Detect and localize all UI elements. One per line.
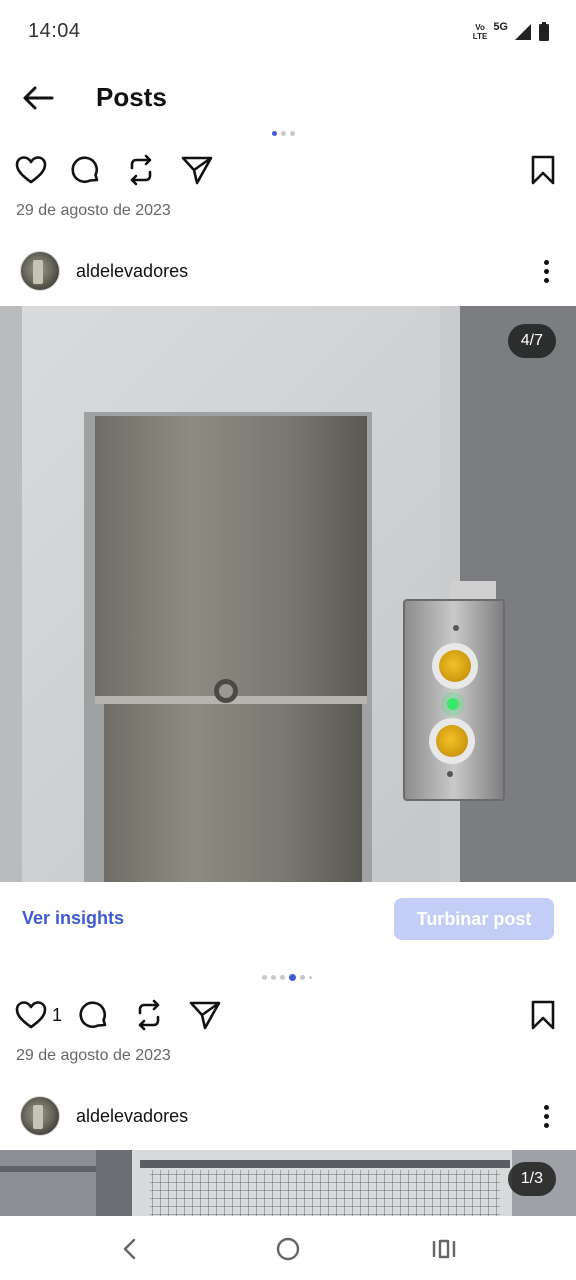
like-count: 1 [52, 1005, 63, 1025]
status-bar: 14:04 Vo LTE 5G [0, 0, 576, 64]
post-actions [0, 153, 576, 193]
carousel-dot [290, 131, 295, 136]
post-image[interactable]: 4/7 [0, 306, 576, 882]
media-counter-badge: 4/7 [507, 324, 556, 358]
post-username[interactable]: aldelevadores [76, 1106, 188, 1127]
avatar[interactable] [20, 1096, 60, 1136]
like-button[interactable] [14, 153, 48, 187]
heart-icon [15, 156, 47, 184]
boost-post-button[interactable]: Turbinar post [394, 898, 554, 940]
heart-icon [15, 1001, 47, 1029]
status-icons: Vo LTE 5G [473, 21, 550, 42]
carousel-dot [300, 975, 305, 980]
more-icon-dot [543, 268, 549, 274]
elevator-door-photo [0, 306, 576, 882]
comment-icon [79, 1001, 107, 1029]
post-username[interactable]: aldelevadores [76, 261, 188, 282]
comment-button[interactable] [76, 998, 110, 1032]
signal-icon [515, 24, 531, 40]
nav-back-icon [123, 1238, 136, 1260]
carousel-dot [272, 131, 277, 136]
volte-top: Vo [475, 23, 485, 32]
media-counter-badge: 1/3 [507, 1162, 556, 1196]
post-date: 29 de agosto de 2023 [16, 1047, 171, 1064]
back-arrow-icon [23, 86, 54, 110]
carousel-dot [280, 975, 285, 980]
top-app-bar: Posts [0, 64, 576, 132]
nav-back-button[interactable] [110, 1232, 150, 1266]
carousel-dot [262, 975, 267, 980]
volte-bottom: LTE [472, 32, 488, 41]
more-options-button[interactable] [532, 255, 560, 287]
carousel-indicator [272, 131, 295, 136]
more-icon-dot [543, 1122, 549, 1128]
post-header: aldelevadores [0, 251, 576, 295]
repost-icon [138, 999, 160, 1031]
comment-button[interactable] [68, 153, 102, 187]
like-button[interactable] [14, 998, 48, 1032]
insights-row: Ver insights Turbinar post [0, 882, 576, 962]
bookmark-button[interactable] [526, 998, 560, 1032]
repost-button[interactable] [132, 998, 166, 1032]
more-icon [543, 1104, 549, 1110]
status-time: 14:04 [28, 20, 81, 42]
bookmark-icon [531, 155, 555, 185]
view-insights-link[interactable]: Ver insights [22, 908, 124, 929]
more-icon [543, 259, 549, 265]
volte-indicator: Vo LTE [473, 23, 488, 41]
repost-icon [130, 154, 152, 186]
carousel-dot [281, 131, 286, 136]
bookmark-button[interactable] [526, 153, 560, 187]
comment-icon [71, 156, 99, 184]
carousel-indicator [262, 974, 312, 981]
more-icon-dot [543, 277, 549, 283]
share-icon [181, 156, 213, 185]
share-button[interactable] [188, 998, 222, 1032]
share-button[interactable] [180, 153, 214, 187]
bookmark-icon [531, 1000, 555, 1030]
nav-recents-button[interactable] [424, 1232, 464, 1266]
nav-recents-icon [432, 1239, 456, 1259]
carousel-dot-active [289, 974, 296, 981]
nav-home-icon [276, 1237, 300, 1261]
repost-button[interactable] [124, 153, 158, 187]
carousel-dot [271, 975, 276, 980]
back-button[interactable] [18, 80, 58, 116]
share-icon [189, 1001, 221, 1030]
carousel-dot [309, 976, 312, 979]
post-date: 29 de agosto de 2023 [16, 202, 171, 219]
system-navigation-bar [0, 1216, 576, 1280]
page-title: Posts [96, 82, 167, 112]
elevator-cage-photo [0, 1150, 576, 1216]
post-header: aldelevadores [0, 1096, 576, 1140]
network-type: 5G [493, 21, 508, 33]
battery-icon [539, 22, 549, 41]
post-actions: 1 [0, 998, 576, 1038]
more-options-button[interactable] [532, 1100, 560, 1132]
avatar[interactable] [20, 251, 60, 291]
more-icon-dot [543, 1113, 549, 1119]
post-image[interactable]: 1/3 [0, 1150, 576, 1216]
nav-home-button[interactable] [268, 1232, 308, 1266]
